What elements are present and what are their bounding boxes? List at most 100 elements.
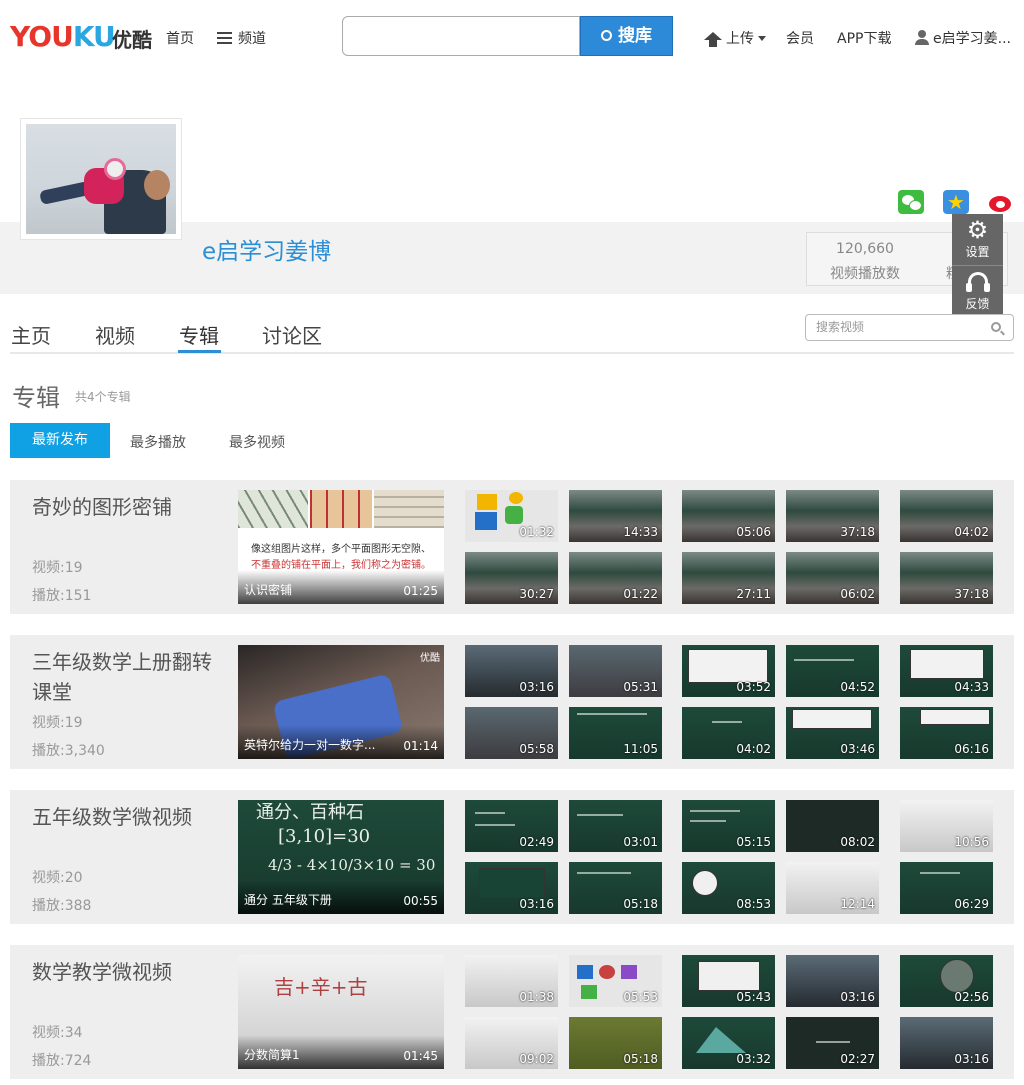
album-cover[interactable]: 吉+辛+古 分数简算1 01:45 [238, 955, 444, 1069]
thumb-chalk [690, 810, 740, 812]
video-duration: 02:27 [840, 1052, 875, 1066]
video-duration: 02:49 [519, 835, 554, 849]
tab-albums[interactable]: 专辑 [179, 320, 219, 349]
vip-link[interactable]: 会员 [786, 28, 814, 48]
video-duration: 06:29 [954, 897, 989, 911]
video-thumbnail[interactable]: 04:52 [786, 645, 879, 697]
wechat-share-icon[interactable] [898, 190, 924, 214]
video-thumbnail[interactable]: 10:56 [900, 800, 993, 852]
nav-home-link[interactable]: 首页 [166, 28, 194, 48]
chevron-down-icon [758, 36, 766, 41]
qzone-share-icon[interactable]: ★ [943, 190, 969, 214]
album-title[interactable]: 三年级数学上册翻转课堂 [32, 647, 212, 707]
video-thumbnail[interactable]: 09:02 [465, 1017, 558, 1069]
video-duration: 04:02 [736, 742, 771, 756]
video-duration: 04:52 [840, 680, 875, 694]
video-thumbnail[interactable]: 01:38 [465, 955, 558, 1007]
active-tab-indicator [178, 350, 221, 353]
youku-logo[interactable]: YOUKU [10, 20, 116, 53]
video-thumbnail[interactable]: 06:29 [900, 862, 993, 914]
video-duration: 14:33 [623, 525, 658, 539]
video-duration: 03:46 [840, 742, 875, 756]
video-thumbnail[interactable]: 04:02 [682, 707, 775, 759]
search-button[interactable]: 搜库 [580, 16, 673, 56]
video-thumbnail[interactable]: 05:18 [569, 862, 662, 914]
video-thumbnail[interactable]: 03:16 [465, 645, 558, 697]
video-thumbnail[interactable]: 05:18 [569, 1017, 662, 1069]
video-thumbnail[interactable]: 03:16 [900, 1017, 993, 1069]
video-thumbnail[interactable]: 01:22 [569, 552, 662, 604]
video-thumbnail[interactable]: 37:18 [900, 552, 993, 604]
user-menu[interactable]: e启学习姜... [915, 28, 1011, 48]
album-cover[interactable]: 优酷 英特尔给力一对一数字... 01:14 [238, 645, 444, 759]
video-thumbnail[interactable]: 01:32 [465, 490, 558, 542]
video-search-input[interactable]: 搜索视频 [805, 314, 1014, 341]
video-thumbnail[interactable]: 30:27 [465, 552, 558, 604]
settings-button[interactable]: ⚙ 设置 [952, 214, 1003, 266]
sort-most-videos-button[interactable]: 最多视频 [229, 432, 285, 452]
video-thumbnail[interactable]: 02:27 [786, 1017, 879, 1069]
tab-videos[interactable]: 视频 [95, 320, 135, 349]
youku-logo-cn[interactable]: 优酷 [112, 24, 152, 53]
video-thumbnail[interactable]: 27:11 [682, 552, 775, 604]
video-thumbnail[interactable]: 03:16 [786, 955, 879, 1007]
video-thumbnail[interactable]: 04:33 [900, 645, 993, 697]
video-thumbnail[interactable]: 08:02 [786, 800, 879, 852]
video-duration: 03:01 [623, 835, 658, 849]
video-duration: 03:32 [736, 1052, 771, 1066]
album-title[interactable]: 五年级数学微视频 [32, 802, 212, 832]
album-play-count: 播放:388 [32, 898, 92, 914]
video-duration: 03:16 [519, 680, 554, 694]
feedback-label: 反馈 [965, 297, 990, 311]
video-thumbnail[interactable]: 02:49 [465, 800, 558, 852]
video-thumbnail[interactable]: 05:43 [682, 955, 775, 1007]
video-thumbnail[interactable]: 03:01 [569, 800, 662, 852]
video-thumbnail[interactable]: 11:05 [569, 707, 662, 759]
video-thumbnail[interactable]: 04:02 [900, 490, 993, 542]
video-thumbnail[interactable]: 14:33 [569, 490, 662, 542]
cover-title: 认识密铺 [244, 583, 293, 597]
video-thumbnail[interactable]: 03:46 [786, 707, 879, 759]
album-card: 数学教学微视频 视频:34 播放:724 吉+辛+古 分数简算1 01:45 0… [10, 945, 1014, 1079]
thumb-chalk [712, 721, 742, 723]
video-thumbnail[interactable]: 06:02 [786, 552, 879, 604]
album-cover[interactable]: 像这组图片这样，多个平面图形无空隙、 不重叠的铺在平面上，我们称之为密铺。 认识… [238, 490, 444, 604]
app-download-link[interactable]: APP下载 [837, 28, 891, 48]
video-duration: 05:18 [623, 1052, 658, 1066]
sort-latest-button[interactable]: 最新发布 [10, 423, 110, 458]
video-thumbnail[interactable]: 05:15 [682, 800, 775, 852]
tab-discussion[interactable]: 讨论区 [262, 320, 322, 349]
video-duration: 03:16 [519, 897, 554, 911]
weibo-share-icon[interactable] [987, 190, 1015, 214]
video-thumbnail[interactable]: 03:16 [465, 862, 558, 914]
feedback-button[interactable]: 反馈 [952, 266, 1003, 318]
video-thumbnail[interactable]: 05:31 [569, 645, 662, 697]
nav-channels-link[interactable]: 频道 [217, 28, 266, 48]
video-thumbnail[interactable]: 02:56 [900, 955, 993, 1007]
video-duration: 08:53 [736, 897, 771, 911]
cover-badge: 优酷 [420, 653, 440, 664]
upload-menu[interactable]: 上传 [704, 28, 766, 48]
search-icon[interactable] [991, 322, 1001, 332]
video-thumbnail[interactable]: 05:53 [569, 955, 662, 1007]
album-title[interactable]: 数学教学微视频 [32, 957, 212, 987]
album-title[interactable]: 奇妙的图形密铺 [32, 492, 212, 522]
video-duration: 05:15 [736, 835, 771, 849]
video-thumbnail[interactable]: 05:58 [465, 707, 558, 759]
album-cover[interactable]: 通分、百种石 [3,10]=30 4/3 - 4×10/3×10 = 30 通分… [238, 800, 444, 914]
profile-avatar[interactable] [20, 118, 182, 240]
nav-channels-label: 频道 [238, 31, 266, 47]
video-thumbnail[interactable]: 37:18 [786, 490, 879, 542]
thumb-board [920, 709, 990, 725]
video-thumbnail[interactable]: 05:06 [682, 490, 775, 542]
profile-name[interactable]: e启学习姜博 [202, 232, 331, 266]
video-thumbnail[interactable]: 03:52 [682, 645, 775, 697]
video-thumbnail[interactable]: 03:32 [682, 1017, 775, 1069]
video-thumbnail[interactable]: 06:16 [900, 707, 993, 759]
search-input[interactable] [342, 16, 580, 56]
tab-home[interactable]: 主页 [11, 320, 51, 349]
video-thumbnail[interactable]: 12:14 [786, 862, 879, 914]
video-duration: 02:56 [954, 990, 989, 1004]
video-thumbnail[interactable]: 08:53 [682, 862, 775, 914]
sort-most-played-button[interactable]: 最多播放 [130, 432, 186, 452]
